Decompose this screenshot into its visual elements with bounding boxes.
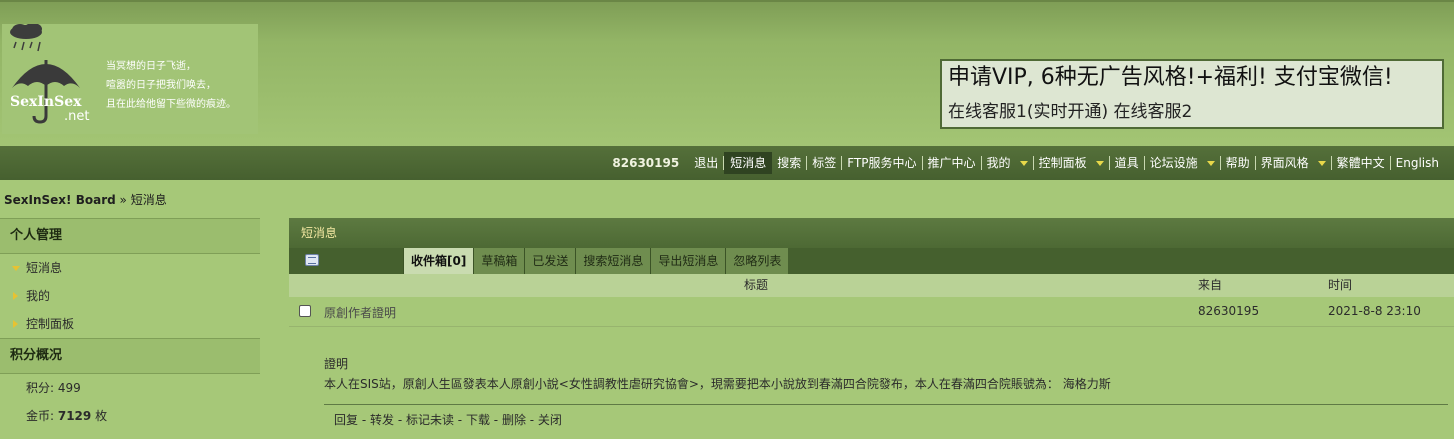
- forward-button[interactable]: 转发: [370, 413, 394, 427]
- sidebar-item-messages[interactable]: 短消息: [0, 254, 260, 282]
- message-time: 2021-8-8 23:10: [1328, 304, 1421, 318]
- close-button[interactable]: 关闭: [538, 413, 562, 427]
- tagline-line: 当冥想的日子飞逝，: [106, 61, 196, 72]
- service-link-1[interactable]: 在线客服1(实时开通): [948, 102, 1108, 122]
- action-separator: -: [525, 413, 538, 427]
- nav-messages[interactable]: 短消息: [724, 152, 773, 174]
- nav-my[interactable]: 我的: [982, 156, 1034, 170]
- triangle-down-icon: [12, 266, 20, 271]
- breadcrumb-current: 短消息: [130, 193, 167, 207]
- nav-search[interactable]: 搜索: [772, 156, 808, 170]
- delete-button[interactable]: 删除: [502, 413, 526, 427]
- sidebar-section-credits: 积分概况: [0, 338, 260, 374]
- tab-inbox[interactable]: 收件箱[0]: [403, 248, 474, 274]
- tagline-line: 喧嚣的日子把我们唤去，: [106, 80, 216, 91]
- sidebar: 个人管理 短消息 我的 控制面板 积分概况 积分: 499 金币: 7129 枚: [0, 218, 260, 439]
- message-table-header: 标题 来自 时间: [289, 274, 1454, 297]
- download-button[interactable]: 下载: [466, 413, 490, 427]
- triangle-right-icon: [13, 292, 18, 300]
- sidebar-item-my[interactable]: 我的: [0, 282, 260, 310]
- logo-text: SexInSex: [10, 94, 82, 110]
- message-heading: 證明: [324, 357, 349, 371]
- message-text: 本人在SIS站，原創人生區發表本人原創小說<女性調教性虐研究協會>，現需要把本小…: [324, 377, 1111, 391]
- customer-service-links: 在线客服1(实时开通) 在线客服2: [948, 99, 1436, 125]
- tab-sent[interactable]: 已发送: [524, 248, 576, 274]
- nav-style-label: 界面风格: [1260, 156, 1309, 170]
- coins-value: 7129: [57, 409, 92, 423]
- coins-label: 金币:: [26, 409, 58, 423]
- chevron-down-icon: [1317, 161, 1326, 166]
- nav-logout[interactable]: 退出: [689, 156, 725, 170]
- message-subject[interactable]: 原創作者證明: [324, 304, 396, 321]
- vip-banner[interactable]: 申请VIP, 6种无广告风格!+福利! 支付宝微信! 在线客服1(实时开通) 在…: [940, 59, 1444, 129]
- message-checkbox[interactable]: [299, 305, 311, 317]
- tagline-line: 且在此给他留下些微的痕迹。: [106, 99, 236, 110]
- nav-style[interactable]: 界面风格: [1256, 156, 1332, 170]
- vip-headline[interactable]: 申请VIP, 6种无广告风格!+福利! 支付宝微信!: [948, 63, 1436, 93]
- message-from[interactable]: 82630195: [1198, 304, 1259, 318]
- coins-unit: 枚: [91, 409, 108, 423]
- sidebar-item-label: 我的: [26, 289, 51, 303]
- triangle-right-icon: [13, 320, 18, 328]
- sidebar-item-control-panel[interactable]: 控制面板: [0, 310, 260, 338]
- nav-ftp[interactable]: FTP服务中心: [842, 156, 923, 170]
- coins-stat: 金币: 7129 枚: [0, 402, 260, 430]
- service-link-2[interactable]: 在线客服2: [1114, 102, 1193, 122]
- nav-my-label: 我的: [986, 156, 1011, 170]
- nav-control-panel[interactable]: 控制面板: [1034, 156, 1110, 170]
- nav-traditional-chinese[interactable]: 繁體中文: [1332, 156, 1391, 170]
- message-actions: 回复 - 转发 - 标记未读 - 下载 - 删除 - 关闭: [324, 404, 1448, 428]
- nav-menu: 82630195 退出 短消息 搜索 标签 FTP服务中心 推广中心 我的 控制…: [607, 152, 1444, 174]
- sidebar-item-label: 控制面板: [26, 317, 75, 331]
- mark-unread-button[interactable]: 标记未读: [406, 413, 454, 427]
- site-logo[interactable]: SexInSex .net 当冥想的日子飞逝， 喧嚣的日子把我们唤去， 且在此给…: [2, 24, 258, 134]
- nav-tags[interactable]: 标签: [807, 156, 843, 170]
- chevron-down-icon: [1206, 161, 1215, 166]
- action-separator: -: [358, 413, 370, 427]
- action-separator: -: [489, 413, 502, 427]
- tab-ignore-list[interactable]: 忽略列表: [725, 248, 789, 274]
- tab-search-messages[interactable]: 搜索短消息: [575, 248, 651, 274]
- nav-forum-facilities[interactable]: 论坛设施: [1145, 156, 1221, 170]
- points-stat: 积分: 499: [0, 374, 260, 402]
- column-title: 标题: [744, 278, 769, 292]
- page-header: SexInSex .net 当冥想的日子飞逝， 喧嚣的日子把我们唤去， 且在此给…: [0, 0, 1454, 146]
- nav-promotion[interactable]: 推广中心: [923, 156, 982, 170]
- column-time: 时间: [1328, 278, 1353, 292]
- panel-title: 短消息: [289, 218, 1454, 248]
- nav-items-tools[interactable]: 道具: [1110, 156, 1145, 170]
- action-separator: -: [394, 413, 406, 427]
- points-label: 积分:: [26, 381, 58, 395]
- logo-suffix: .net: [64, 109, 90, 124]
- logo-tagline: 当冥想的日子飞逝， 喧嚣的日子把我们唤去， 且在此给他留下些微的痕迹。: [106, 57, 256, 114]
- nav-english[interactable]: English: [1391, 156, 1444, 170]
- chevron-down-icon: [1095, 161, 1104, 166]
- messages-panel: 短消息 收件箱[0] 草稿箱 已发送 搜索短消息 导出短消息 忽略列表 标题 来…: [289, 218, 1454, 439]
- sidebar-item-label: 短消息: [26, 261, 63, 275]
- breadcrumb: SexInSex! Board » 短消息: [4, 191, 167, 208]
- breadcrumb-board[interactable]: SexInSex! Board: [4, 193, 116, 207]
- reply-button[interactable]: 回复: [334, 413, 358, 427]
- nav-username[interactable]: 82630195: [607, 156, 689, 170]
- sidebar-section-personal: 个人管理: [0, 218, 260, 254]
- nav-control-panel-label: 控制面板: [1038, 156, 1087, 170]
- top-nav: 82630195 退出 短消息 搜索 标签 FTP服务中心 推广中心 我的 控制…: [0, 146, 1454, 180]
- message-body: 證明 本人在SIS站，原創人生區發表本人原創小說<女性調教性虐研究協會>，現需要…: [324, 354, 1448, 394]
- action-separator: -: [453, 413, 466, 427]
- nav-help[interactable]: 帮助: [1221, 156, 1256, 170]
- new-message-icon[interactable]: [305, 254, 319, 266]
- points-value: 499: [57, 381, 81, 395]
- chevron-down-icon: [1019, 161, 1028, 166]
- table-row[interactable]: 原創作者證明 82630195 2021-8-8 23:10: [289, 297, 1454, 327]
- tab-export-messages[interactable]: 导出短消息: [650, 248, 726, 274]
- tab-drafts[interactable]: 草稿箱: [473, 248, 525, 274]
- nav-forum-facilities-label: 论坛设施: [1149, 156, 1198, 170]
- column-from: 来自: [1198, 278, 1223, 292]
- message-tabs: 收件箱[0] 草稿箱 已发送 搜索短消息 导出短消息 忽略列表: [289, 248, 1454, 274]
- breadcrumb-separator: »: [115, 193, 131, 207]
